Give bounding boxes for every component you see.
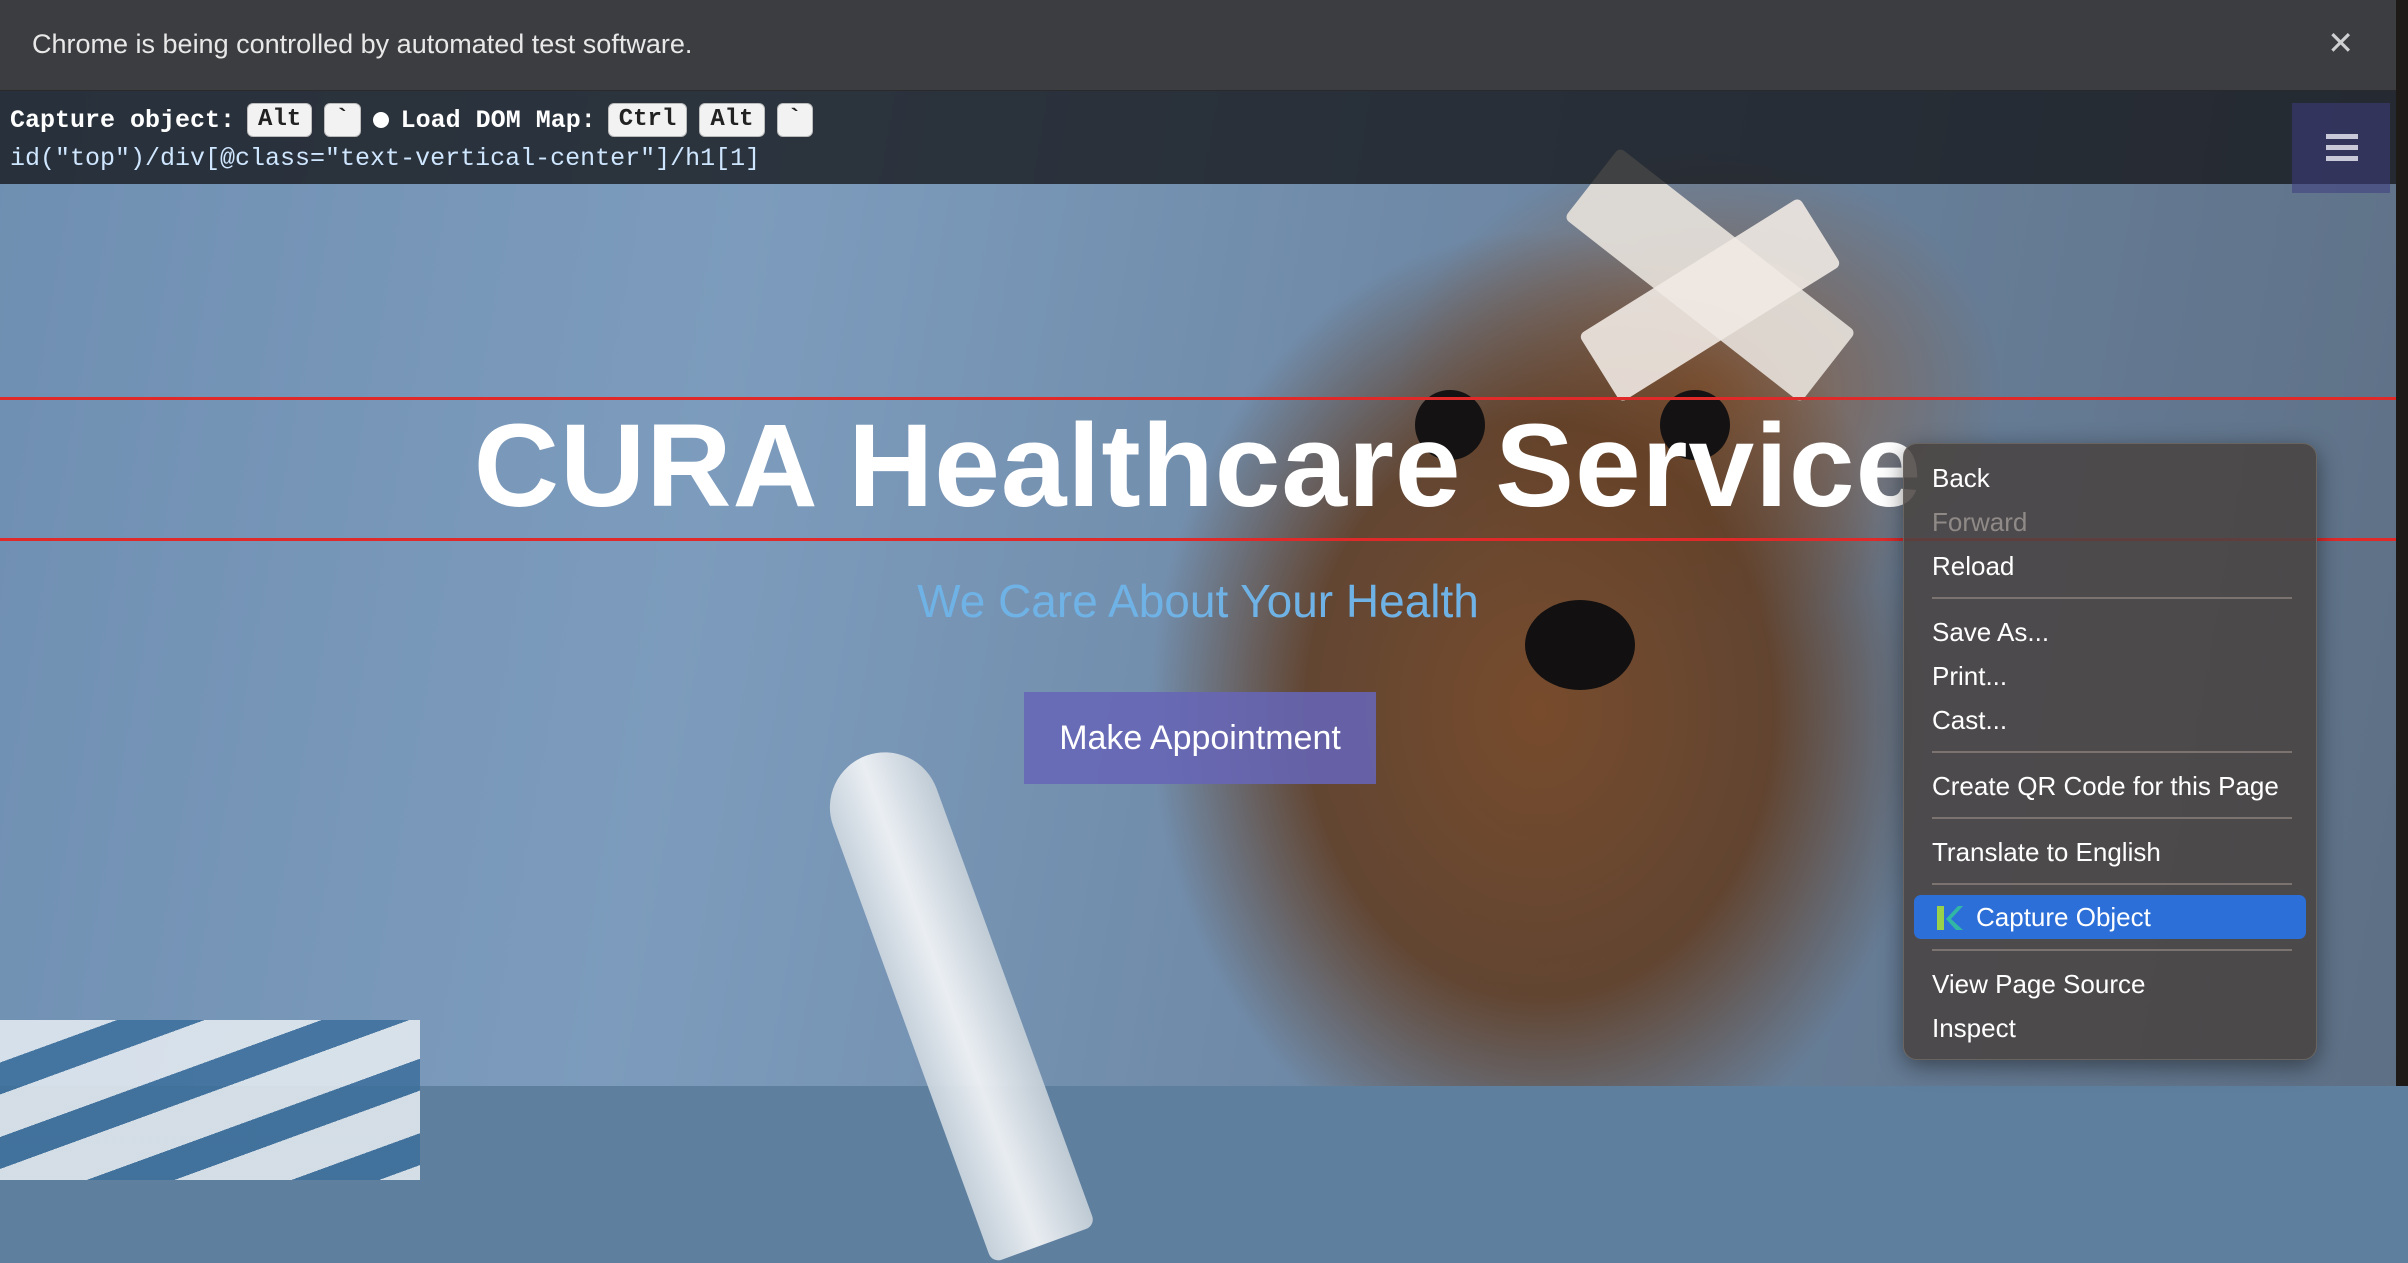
key-alt: Alt [247, 103, 313, 137]
menu-item-save-as[interactable]: Save As... [1932, 612, 2049, 652]
menu-item-forward: Forward [1932, 507, 2028, 537]
menu-item-create-qr-code[interactable]: Create QR Code for this Page [1932, 766, 2279, 806]
menu-item-capture-object[interactable]: Capture Object [1914, 895, 2306, 939]
hamburger-menu-icon[interactable] [2292, 103, 2390, 193]
menu-separator [1932, 597, 2292, 599]
key-backtick: ` [324, 103, 361, 137]
context-menu: Back Forward Reload Save As... Print... … [1903, 443, 2317, 1060]
close-icon[interactable]: ✕ [2327, 24, 2354, 62]
blanket-stripes [0, 1020, 420, 1180]
capture-object-toolbar: Capture object: Alt ` Load DOM Map: Ctrl… [0, 91, 2396, 184]
menu-item-capture-object-label: Capture Object [1976, 902, 2151, 932]
load-dom-map-label: Load DOM Map: [400, 105, 596, 135]
capture-shortcuts-row: Capture object: Alt ` Load DOM Map: Ctrl… [10, 103, 813, 137]
menu-item-back[interactable]: Back [1932, 458, 1990, 498]
menu-item-translate[interactable]: Translate to English [1932, 832, 2161, 872]
katalon-icon [1934, 903, 1964, 933]
thermometer-image [814, 736, 1096, 1263]
menu-separator [1932, 883, 2292, 885]
menu-separator [1932, 817, 2292, 819]
key-alt-2: Alt [699, 103, 765, 137]
capture-object-label: Capture object: [10, 105, 236, 135]
xpath-readout: id("top")/div[@class="text-vertical-cent… [10, 144, 761, 173]
automation-infobar: Chrome is being controlled by automated … [0, 0, 2396, 91]
menu-separator [1932, 949, 2292, 951]
menu-item-view-page-source[interactable]: View Page Source [1932, 964, 2145, 1004]
menu-item-reload[interactable]: Reload [1932, 546, 2014, 586]
make-appointment-button[interactable]: Make Appointment [1024, 692, 1376, 784]
key-backtick-2: ` [776, 103, 813, 137]
menu-item-cast[interactable]: Cast... [1932, 700, 2007, 740]
menu-separator [1932, 751, 2292, 753]
separator-dot-icon [372, 112, 389, 128]
menu-item-print[interactable]: Print... [1932, 656, 2007, 696]
window-edge [2396, 0, 2408, 1086]
key-ctrl: Ctrl [607, 103, 688, 137]
menu-item-inspect[interactable]: Inspect [1932, 1008, 2016, 1048]
infobar-message: Chrome is being controlled by automated … [32, 29, 693, 59]
